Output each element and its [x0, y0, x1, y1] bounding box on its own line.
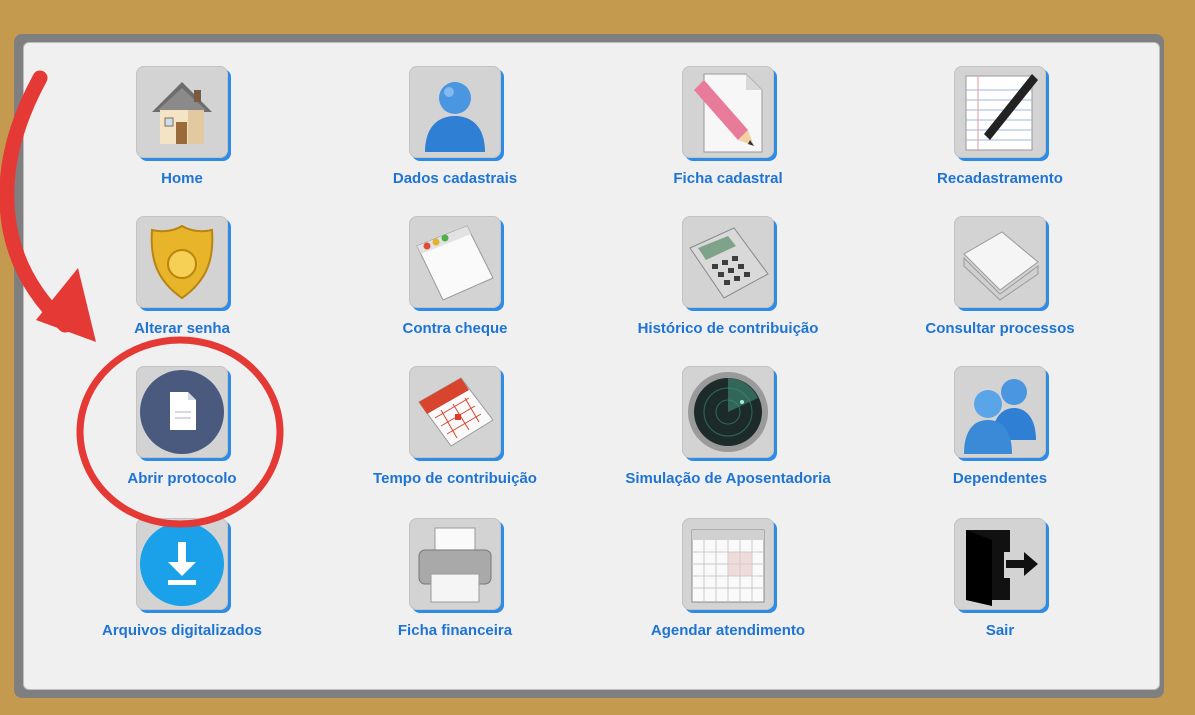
menu-item-dependentes[interactable]: Dependentes [870, 366, 1130, 506]
menu-item-historico-contribuicao[interactable]: Histórico de contribuição [598, 216, 858, 356]
badge-icon [136, 216, 228, 308]
radar-icon [682, 366, 774, 458]
menu-item-label: Ficha financeira [397, 622, 513, 639]
menu-item-recadastramento[interactable]: Recadastramento [870, 66, 1130, 206]
notepad-pen-icon [954, 66, 1046, 158]
window-icon [409, 216, 501, 308]
user-icon [409, 66, 501, 158]
menu-item-label: Recadastramento [937, 170, 1063, 187]
download-icon [136, 518, 228, 610]
menu-item-tempo-contribuicao[interactable]: Tempo de contribuição [325, 366, 585, 506]
calendar-grid-icon [682, 518, 774, 610]
users-icon [954, 366, 1046, 458]
menu-item-ficha-financeira[interactable]: Ficha financeira [325, 518, 585, 658]
menu-item-label: Dados cadastrais [392, 170, 518, 187]
menu-item-consultar-processos[interactable]: Consultar processos [870, 216, 1130, 356]
menu-item-label: Home [161, 170, 203, 187]
menu-item-ficha-cadastral[interactable]: Ficha cadastral [598, 66, 858, 206]
menu-item-contra-cheque[interactable]: Contra cheque [325, 216, 585, 356]
menu-item-label: Consultar processos [925, 320, 1075, 337]
folder-icon [954, 216, 1046, 308]
file-circle-icon [136, 366, 228, 458]
menu-item-sair[interactable]: Sair [870, 518, 1130, 658]
menu-item-label: Contra cheque [402, 320, 508, 337]
menu-item-arquivos-digitalizados[interactable]: Arquivos digitalizados [52, 518, 312, 658]
calendar-icon [409, 366, 501, 458]
menu-item-abrir-protocolo[interactable]: Abrir protocolo [52, 366, 312, 506]
menu-item-agendar-atendimento[interactable]: Agendar atendimento [598, 518, 858, 658]
menu-item-alterar-senha[interactable]: Alterar senha [52, 216, 312, 356]
calculator-icon [682, 216, 774, 308]
menu-item-simulacao-aposentadoria[interactable]: Simulação de Aposentadoria [598, 366, 858, 506]
menu-item-label: Abrir protocolo [127, 470, 237, 487]
menu-item-label: Arquivos digitalizados [101, 622, 263, 639]
house-icon [136, 66, 228, 158]
menu-item-home[interactable]: Home [52, 66, 312, 206]
printer-icon [409, 518, 501, 610]
menu-item-dados-cadastrais[interactable]: Dados cadastrais [325, 66, 585, 206]
menu-item-label: Sair [985, 622, 1015, 639]
menu-item-label: Tempo de contribuição [373, 470, 537, 487]
menu-item-label: Ficha cadastral [673, 170, 783, 187]
menu-item-label: Simulação de Aposentadoria [625, 470, 831, 487]
menu-item-label: Agendar atendimento [650, 622, 806, 639]
menu-item-label: Histórico de contribuição [637, 320, 819, 337]
document-pencil-icon [682, 66, 774, 158]
menu-item-label: Alterar senha [134, 320, 230, 337]
exit-door-icon [954, 518, 1046, 610]
menu-item-label: Dependentes [952, 470, 1048, 487]
